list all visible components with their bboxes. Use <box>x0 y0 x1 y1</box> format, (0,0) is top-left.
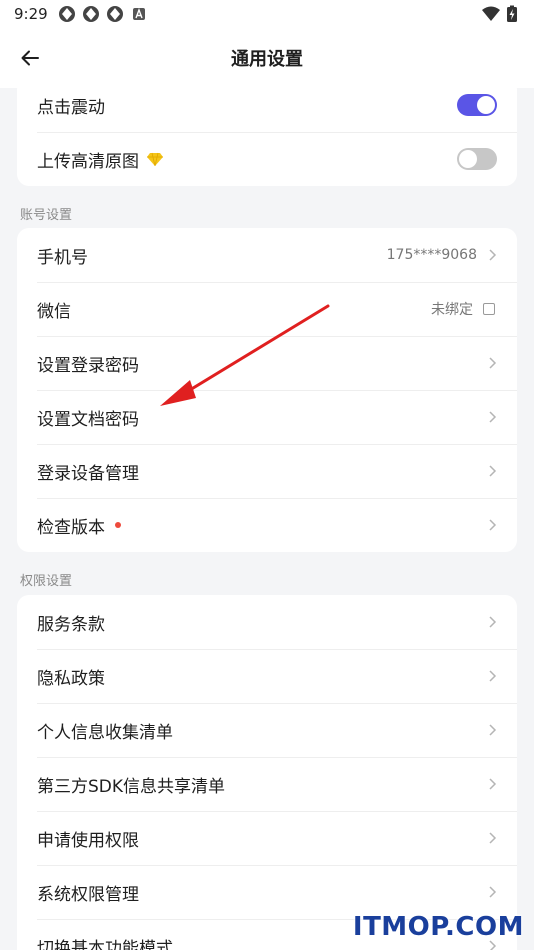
chevron-right-icon <box>489 670 497 682</box>
app-bar: 通用设置 <box>0 28 534 88</box>
login-password-row[interactable]: 设置登录密码 <box>17 336 517 390</box>
status-bar: 9:29 <box>0 0 534 28</box>
vibration-toggle[interactable] <box>457 94 497 116</box>
system-permission-row[interactable]: 系统权限管理 <box>17 865 517 919</box>
document-password-label: 设置文档密码 <box>37 409 139 430</box>
privacy-row[interactable]: 隐私政策 <box>17 649 517 703</box>
device-management-row[interactable]: 登录设备管理 <box>17 444 517 498</box>
account-section-title: 账号设置 <box>20 208 73 223</box>
personal-info-row[interactable]: 个人信息收集清单 <box>17 703 517 757</box>
watermark-logo: ITMOP.COM <box>352 912 524 942</box>
diamond-icon <box>147 152 163 166</box>
chevron-right-icon <box>489 519 497 531</box>
wechat-status: 未绑定 <box>431 302 473 318</box>
chevron-right-icon <box>489 832 497 844</box>
back-arrow-icon <box>21 50 39 66</box>
check-version-row[interactable]: 检查版本 <box>17 498 517 552</box>
wifi-icon <box>482 6 500 21</box>
basic-mode-label: 切换基本功能模式 <box>37 938 173 950</box>
request-permission-label: 申请使用权限 <box>37 830 139 851</box>
status-time: 9:29 <box>14 5 48 23</box>
login-password-label: 设置登录密码 <box>37 355 139 376</box>
wechat-checkbox-icon <box>483 303 495 315</box>
wechat-label: 微信 <box>37 301 71 322</box>
back-button[interactable] <box>14 42 46 74</box>
chevron-right-icon <box>489 465 497 477</box>
third-party-sdk-label: 第三方SDK信息共享清单 <box>37 776 226 797</box>
status-right <box>482 5 518 23</box>
chevron-right-icon <box>489 616 497 628</box>
vibration-label: 点击震动 <box>37 97 105 118</box>
chevron-right-icon <box>489 886 497 898</box>
request-permission-row[interactable]: 申请使用权限 <box>17 811 517 865</box>
account-settings-card: 手机号 175****9068 微信 未绑定 设置登录密码 设置文档密码 登录设… <box>17 228 517 552</box>
battery-charging-icon <box>507 5 517 22</box>
wechat-row[interactable]: 微信 未绑定 <box>17 282 517 336</box>
settings-content[interactable]: 点击震动 上传高清原图 账号设置 手机号 175****9068 微信 未绑定 … <box>0 88 534 950</box>
system-permission-label: 系统权限管理 <box>37 884 139 905</box>
chevron-right-icon <box>489 778 497 790</box>
third-party-sdk-row[interactable]: 第三方SDK信息共享清单 <box>17 757 517 811</box>
permission-section-title: 权限设置 <box>20 574 73 589</box>
terms-row[interactable]: 服务条款 <box>17 595 517 649</box>
hd-upload-toggle[interactable] <box>457 148 497 170</box>
vibration-row[interactable]: 点击震动 <box>17 88 517 132</box>
permission-settings-card: 服务条款 隐私政策 个人信息收集清单 第三方SDK信息共享清单 申请使用权限 系… <box>17 595 517 950</box>
check-version-label: 检查版本 <box>37 517 105 538</box>
update-badge-dot <box>115 522 121 528</box>
phone-label: 手机号 <box>37 247 88 268</box>
document-password-row[interactable]: 设置文档密码 <box>17 390 517 444</box>
hd-upload-label: 上传高清原图 <box>37 151 139 172</box>
personal-info-label: 个人信息收集清单 <box>37 722 173 743</box>
app-icon <box>58 6 75 22</box>
app-icon <box>82 6 99 22</box>
notification-a-icon <box>132 8 145 20</box>
chevron-right-icon <box>489 357 497 369</box>
hd-upload-row[interactable]: 上传高清原图 <box>17 132 517 186</box>
chevron-right-icon <box>489 724 497 736</box>
device-management-label: 登录设备管理 <box>37 463 139 484</box>
phone-row[interactable]: 手机号 175****9068 <box>17 228 517 282</box>
page-title: 通用设置 <box>231 49 303 70</box>
terms-label: 服务条款 <box>37 614 105 635</box>
phone-value: 175****9068 <box>386 247 477 263</box>
chevron-right-icon <box>489 249 497 261</box>
privacy-label: 隐私政策 <box>37 668 105 689</box>
general-settings-card: 点击震动 上传高清原图 <box>17 88 517 186</box>
app-icon <box>106 6 123 22</box>
chevron-right-icon <box>489 411 497 423</box>
